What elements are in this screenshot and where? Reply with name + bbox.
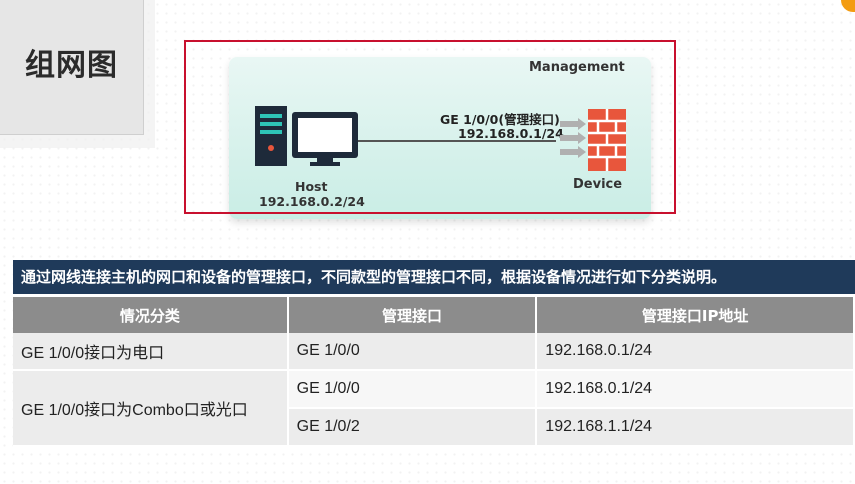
info-banner: 通过网线连接主机的网口和设备的管理接口，不同款型的管理接口不同，根据设备情况进行… [13, 260, 855, 294]
table-row: GE 1/0/0接口为Combo口或光口 GE 1/0/0 192.168.0.… [13, 370, 855, 447]
host-label: Host [295, 179, 328, 194]
interface-cell: GE 1/0/0 [287, 333, 538, 371]
column-header: 管理接口 [287, 297, 538, 333]
table-header-row: 情况分类 管理接口 管理接口IP地址 [13, 297, 855, 333]
arrow-icon [560, 118, 586, 158]
column-header: 情况分类 [13, 297, 289, 333]
firewall-icon [588, 109, 626, 171]
device-ip-label: 192.168.0.1/24 [458, 126, 564, 141]
ip-cell: 192.168.1.1/24 [536, 408, 855, 447]
network-link-line [356, 140, 556, 142]
management-label: Management [529, 60, 625, 75]
ip-cell: 192.168.0.1/24 [536, 333, 855, 371]
ip-cell: 192.168.0.1/24 [536, 370, 855, 409]
interface-cell: GE 1/0/0 [287, 370, 538, 409]
interface-cell: GE 1/0/2 [287, 408, 538, 447]
host-ip-label: 192.168.0.2/24 [259, 194, 365, 209]
column-header: 管理接口IP地址 [536, 297, 855, 333]
accent-decoration [841, 0, 855, 12]
interface-table: 情况分类 管理接口 管理接口IP地址 GE 1/0/0接口为电口 GE 1/0/… [13, 297, 855, 447]
table-row: GE 1/0/0接口为电口 GE 1/0/0 192.168.0.1/24 [13, 333, 855, 371]
category-cell: GE 1/0/0接口为电口 [13, 333, 289, 371]
computer-icon [255, 106, 358, 166]
device-label: Device [573, 177, 623, 192]
page-title: 组网图 [25, 48, 118, 83]
category-cell: GE 1/0/0接口为Combo口或光口 [13, 370, 289, 447]
